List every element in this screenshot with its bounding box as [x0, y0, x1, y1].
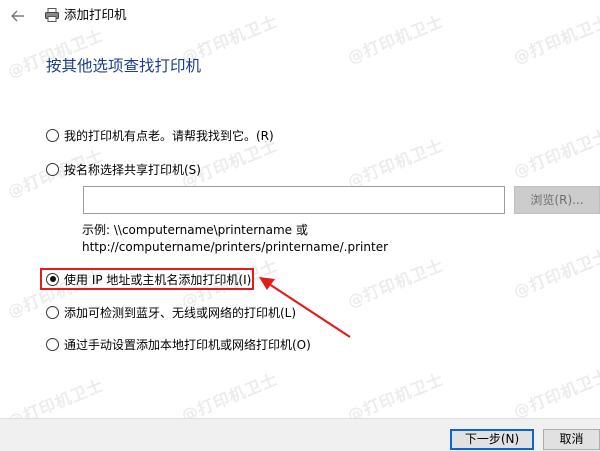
- back-arrow-icon: [11, 10, 24, 22]
- watermark: @打印机卫士: [510, 245, 600, 302]
- radio-button[interactable]: [46, 128, 59, 142]
- watermark: @打印机卫士: [510, 11, 600, 68]
- window-title: 添加打印机: [64, 7, 127, 22]
- browse-button[interactable]: 浏览(R)...: [514, 186, 600, 214]
- radio-button[interactable]: [46, 337, 59, 351]
- watermark: @打印机卫士: [344, 135, 447, 192]
- radio-button-selected[interactable]: [46, 272, 59, 286]
- red-pointer-arrow-icon: [259, 277, 351, 338]
- cancel-button[interactable]: 取消: [543, 429, 600, 450]
- watermark: @打印机卫士: [510, 365, 600, 422]
- radio-button[interactable]: [46, 162, 59, 176]
- option-label: 按名称选择共享打印机(S): [64, 162, 201, 177]
- example-text-line-2: http://computername/printers/printername…: [82, 240, 389, 254]
- example-text-line-1: 示例: \\computername\printername 或: [82, 223, 308, 237]
- watermark: @打印机卫士: [510, 125, 600, 182]
- option-label: 使用 IP 地址或主机名添加打印机(I): [64, 272, 252, 287]
- radio-button[interactable]: [46, 305, 59, 319]
- option-shared-printer-by-name[interactable]: 按名称选择共享打印机(S): [46, 159, 201, 179]
- option-old-printer[interactable]: 我的打印机有点老。请帮我找到它。(R): [46, 125, 274, 145]
- option-add-by-ip-address[interactable]: 使用 IP 地址或主机名添加打印机(I): [46, 269, 251, 289]
- page-heading: 按其他选项查找打印机: [46, 57, 202, 75]
- next-button[interactable]: 下一步(N): [450, 429, 534, 450]
- shared-printer-name-input[interactable]: [83, 186, 505, 214]
- back-button[interactable]: [8, 6, 28, 26]
- watermark: @打印机卫士: [344, 255, 447, 312]
- option-label: 我的打印机有点老。请帮我找到它。(R): [64, 128, 274, 143]
- watermark: @打印机卫士: [344, 11, 447, 68]
- printer-icon: [44, 7, 60, 23]
